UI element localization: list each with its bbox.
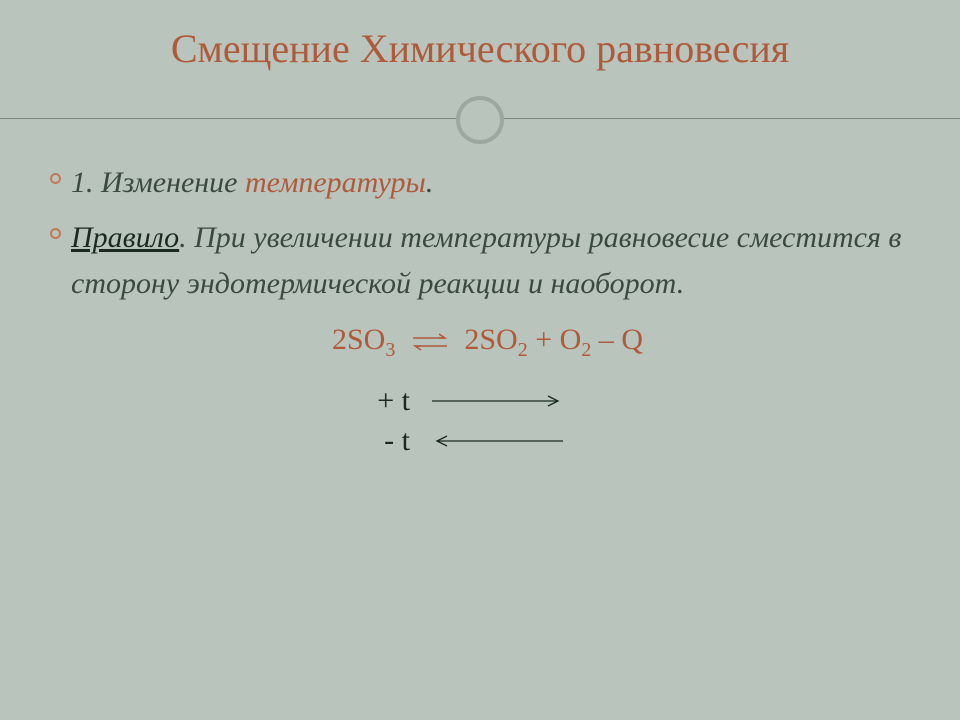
arrow-left-icon — [430, 433, 565, 449]
text-prefix: 1. Изменение — [71, 166, 245, 199]
eq-lhs-sub: 3 — [385, 339, 395, 361]
rule-text: . При увеличении температуры равновесие … — [71, 221, 901, 301]
temp-decrease-row: - t — [350, 424, 925, 458]
temp-plus-label: + t — [350, 384, 410, 418]
bullet-icon — [50, 228, 61, 239]
bullet-icon — [50, 173, 61, 184]
text-accent: температуры — [245, 166, 426, 199]
eq-rhs2-sub: 2 — [581, 339, 591, 361]
eq-rhs1-sub: 2 — [518, 339, 528, 361]
slide-title: Смещение Химического равновесия — [0, 0, 960, 90]
bullet-item-2: Правило. При увеличении температуры равн… — [50, 215, 925, 308]
divider — [0, 90, 960, 150]
eq-rhs1: 2SO — [464, 323, 517, 356]
arrow-right-icon — [430, 393, 565, 409]
eq-tail: – Q — [591, 323, 643, 356]
chemical-equation: 2SO3 2SO2 + O2 – Q — [50, 323, 925, 362]
temp-minus-label: - t — [350, 424, 410, 458]
text-suffix: . — [426, 166, 434, 199]
bullet-item-1: 1. Изменение температуры. — [50, 160, 925, 207]
equilibrium-arrow-icon — [411, 331, 449, 353]
slide: Смещение Химического равновесия 1. Измен… — [0, 0, 960, 720]
eq-plus: + — [528, 323, 560, 356]
content-area: 1. Изменение температуры. Правило. При у… — [0, 150, 960, 458]
divider-circle-icon — [456, 96, 504, 144]
bullet-text-2: Правило. При увеличении температуры равн… — [71, 215, 925, 308]
eq-rhs2: O — [560, 323, 582, 356]
eq-lhs: 2SO — [332, 323, 385, 356]
temp-increase-row: + t — [350, 384, 925, 418]
bullet-text-1: 1. Изменение температуры. — [71, 160, 433, 207]
rule-label: Правило — [71, 221, 179, 254]
temperature-effects: + t - t — [350, 384, 925, 458]
